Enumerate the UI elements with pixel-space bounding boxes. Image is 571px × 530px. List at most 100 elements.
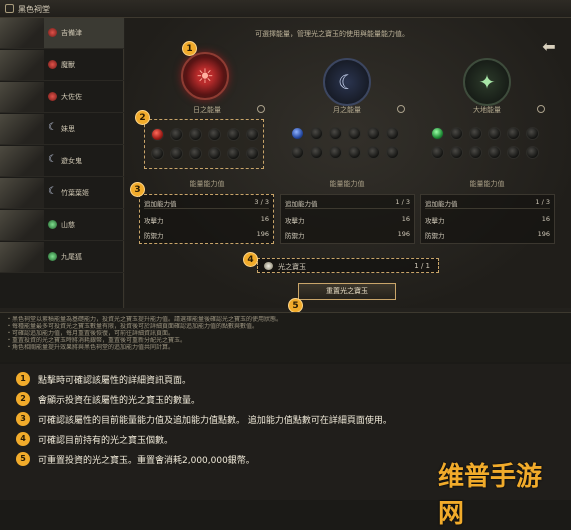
empty-orb-slot[interactable]	[488, 127, 501, 140]
reset-gem-button[interactable]: 重置光之寶玉	[298, 283, 396, 300]
empty-orb-slot[interactable]	[291, 146, 304, 159]
empty-orb-slot[interactable]	[227, 147, 240, 160]
callout-5: 5	[288, 298, 303, 313]
moon-attribute-icon	[48, 186, 57, 197]
empty-orb-slot[interactable]	[450, 127, 463, 140]
empty-orb-slot[interactable]	[507, 127, 520, 140]
empty-orb-slot[interactable]	[208, 128, 221, 141]
stat-row: 攻擊力 16	[285, 215, 410, 226]
callout-2: 2	[135, 110, 150, 125]
empty-orb-slot[interactable]	[208, 147, 221, 160]
moon-attribute-icon	[48, 154, 57, 165]
light-orb-slot[interactable]	[151, 128, 164, 141]
sidebar-item-label: 山慈	[61, 221, 75, 229]
stat-label: 攻擊力	[425, 217, 445, 225]
stat-head-value: 3 / 3	[254, 198, 269, 206]
sidebar-item-7[interactable]: 九尾狐	[0, 242, 124, 273]
callout-4: 4	[243, 252, 258, 267]
light-orb-slot[interactable]	[291, 127, 304, 140]
character-sidebar: 吉備津 魔獸 大佐佐 妹思 遊女鬼 竹葉葉姬	[0, 18, 124, 278]
sidebar-item-label: 妹思	[61, 125, 75, 133]
empty-orb-slot[interactable]	[170, 128, 183, 141]
empty-orb-slot[interactable]	[329, 127, 342, 140]
note-line: ・重置投資的光之寶玉時將消耗銀幣，重置後可重新分配光之寶玉。	[6, 337, 187, 344]
empty-orb-slot[interactable]	[386, 127, 399, 140]
empty-orb-slot[interactable]	[246, 128, 259, 141]
empty-orb-slot[interactable]	[151, 147, 164, 160]
section-title: 能量能力值	[189, 180, 225, 188]
moon-attribute-icon	[48, 122, 57, 133]
empty-orb-slot[interactable]	[367, 127, 380, 140]
empty-orb-slot[interactable]	[507, 146, 520, 159]
stat-row: 攻擊力 16	[425, 215, 550, 226]
stat-box-sun: 追加能力值 3 / 3 攻擊力 16 防禦力 196	[139, 194, 274, 244]
empty-orb-slot[interactable]	[431, 146, 444, 159]
empty-orb-slot[interactable]	[170, 147, 183, 160]
sidebar-item-1[interactable]: 魔獸	[0, 50, 124, 81]
stat-head-label: 追加能力值	[144, 200, 177, 208]
game-window: 黑色祠堂 吉備津 魔獸 大佐佐 妹思 遊女鬼	[0, 0, 571, 362]
empty-orb-slot[interactable]	[348, 146, 361, 159]
empty-orb-slot[interactable]	[488, 146, 501, 159]
stat-value: 16	[541, 215, 550, 223]
column-title: 日之能量	[193, 106, 221, 114]
sidebar-item-5[interactable]: 竹葉葉姬	[0, 178, 124, 209]
sun-attribute-icon	[48, 92, 57, 101]
empty-orb-slot[interactable]	[189, 147, 202, 160]
stat-value: 196	[256, 230, 269, 238]
sidebar-item-6[interactable]: 山慈	[0, 210, 124, 241]
empty-orb-slot[interactable]	[526, 127, 539, 140]
orb-slots-sun	[144, 119, 264, 169]
empty-orb-slot[interactable]	[310, 146, 323, 159]
empty-orb-slot[interactable]	[227, 128, 240, 141]
empty-orb-slot[interactable]	[189, 128, 202, 141]
sidebar-item-4[interactable]: 遊女鬼	[0, 146, 124, 177]
empty-orb-slot[interactable]	[348, 127, 361, 140]
empty-orb-slot[interactable]	[450, 146, 463, 159]
moon-energy-emblem[interactable]: ☾	[323, 58, 371, 106]
sidebar-item-label: 竹葉葉姬	[61, 189, 89, 197]
earth-energy-emblem[interactable]: ✦	[463, 58, 511, 106]
character-portrait	[0, 178, 44, 208]
empty-orb-slot[interactable]	[246, 147, 259, 160]
orb-slots-earth	[425, 119, 545, 169]
stat-label: 攻擊力	[285, 217, 305, 225]
legend-number: 3	[16, 412, 30, 426]
empty-orb-slot[interactable]	[367, 146, 380, 159]
empty-orb-slot[interactable]	[469, 127, 482, 140]
gem-count: 1 / 1	[414, 262, 430, 270]
stat-value: 196	[397, 230, 410, 238]
stat-label: 防禦力	[285, 232, 305, 240]
empty-orb-slot[interactable]	[329, 146, 342, 159]
light-gem-bar: 光之寶玉 1 / 1	[257, 258, 439, 273]
sidebar-item-0[interactable]: 吉備津	[0, 18, 124, 49]
search-icon[interactable]	[537, 105, 545, 113]
stat-label: 防禦力	[144, 232, 164, 240]
star-icon: ✦	[478, 70, 496, 94]
light-gem-icon	[264, 262, 273, 270]
sun-icon: ☀	[196, 64, 214, 88]
character-portrait	[0, 50, 44, 80]
empty-orb-slot[interactable]	[526, 146, 539, 159]
sidebar-item-3[interactable]: 妹思	[0, 114, 124, 145]
stat-head-value: 1 / 3	[395, 198, 410, 206]
stat-box-earth: 追加能力值 1 / 3 攻擊力 16 防禦力 196	[420, 194, 555, 244]
title-bar: 黑色祠堂	[0, 0, 571, 18]
light-orb-slot[interactable]	[431, 127, 444, 140]
legend-text: 點擊時可確認該屬性的詳細資訊頁面。	[38, 376, 192, 386]
legend-text: 可確認目前持有的光之寶玉個數。	[38, 436, 174, 446]
stat-label: 防禦力	[425, 232, 445, 240]
shrine-icon	[5, 4, 14, 13]
moon-icon: ☾	[338, 70, 356, 94]
empty-orb-slot[interactable]	[310, 127, 323, 140]
back-arrow-button[interactable]: ⬅	[537, 36, 561, 58]
search-icon[interactable]	[397, 105, 405, 113]
sidebar-item-2[interactable]: 大佐佐	[0, 82, 124, 113]
note-line: ・可確認追加能力值，每月重置後恢復，可前往詳細資訊頁面。	[6, 330, 175, 337]
empty-orb-slot[interactable]	[469, 146, 482, 159]
legend-text: 會顯示投資在該屬性的光之寶玉的數量。	[38, 396, 201, 406]
search-icon[interactable]	[257, 105, 265, 113]
sidebar-item-label: 大佐佐	[61, 93, 82, 101]
sun-energy-emblem[interactable]: ☀	[181, 52, 229, 100]
empty-orb-slot[interactable]	[386, 146, 399, 159]
